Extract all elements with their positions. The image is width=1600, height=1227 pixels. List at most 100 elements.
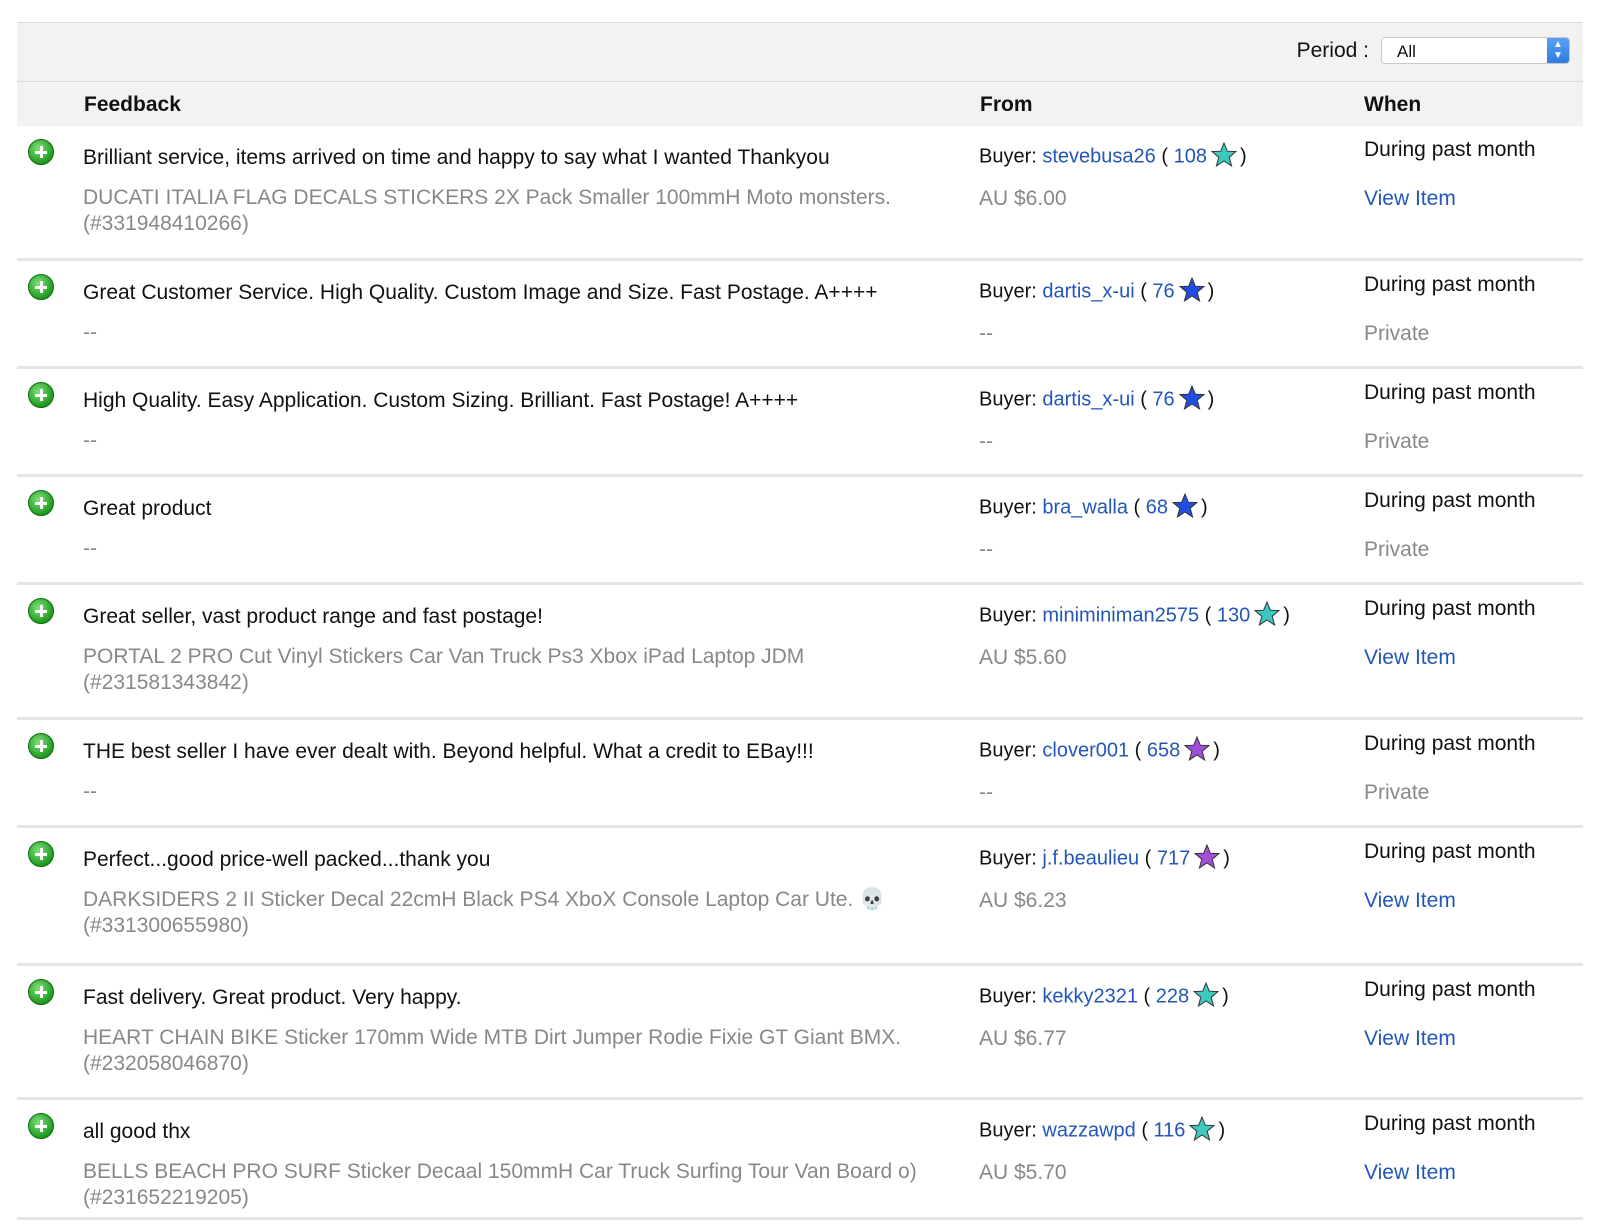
feedback-score-link[interactable]: 717	[1157, 847, 1190, 869]
item-title[interactable]: PORTAL 2 PRO Cut Vinyl Stickers Car Van …	[83, 644, 943, 696]
item-title-line: PORTAL 2 PRO Cut Vinyl Stickers Car Van …	[83, 645, 805, 668]
feedback-when: During past month	[1364, 978, 1536, 1001]
buyer-link[interactable]: clover001	[1042, 739, 1129, 761]
feedback-comment: Brilliant service, items arrived on time…	[83, 146, 830, 169]
item-title-line: --	[83, 537, 97, 560]
buyer-prefix: Buyer:	[979, 739, 1037, 762]
buyer-link[interactable]: bra_walla	[1042, 496, 1128, 518]
item-number: (#231581343842)	[83, 671, 249, 694]
item-title-line: DUCATI ITALIA FLAG DECALS STICKERS 2X Pa…	[83, 186, 891, 209]
item-price: AU $6.23	[979, 889, 1067, 912]
positive-feedback-icon	[28, 139, 54, 165]
feedback-comment: THE best seller I have ever dealt with. …	[83, 740, 814, 763]
item-title-line: HEART CHAIN BIKE Sticker 170mm Wide MTB …	[83, 1026, 902, 1049]
feedback-when: During past month	[1364, 1112, 1536, 1135]
private-label: Private	[1364, 430, 1430, 453]
purple-star-icon[interactable]	[1183, 735, 1211, 762]
blue-star-icon[interactable]	[1171, 492, 1199, 519]
view-item-link[interactable]: View Item	[1364, 1161, 1456, 1185]
column-header-when: When	[1364, 93, 1422, 116]
purple-star-icon[interactable]	[1193, 843, 1221, 870]
item-price: AU $5.60	[979, 646, 1067, 669]
positive-feedback-icon	[28, 1113, 54, 1139]
feedback-when: During past month	[1364, 840, 1536, 863]
buyer-prefix: Buyer:	[979, 847, 1037, 870]
buyer-link[interactable]: miniminiman2575	[1042, 604, 1199, 626]
item-title[interactable]: BELLS BEACH PRO SURF Sticker Decaal 150m…	[83, 1159, 943, 1211]
item-title[interactable]: DUCATI ITALIA FLAG DECALS STICKERS 2X Pa…	[83, 185, 943, 237]
blue-star-icon[interactable]	[1178, 384, 1205, 411]
buyer-info: Buyer: clover001 ( 658)	[979, 735, 1220, 764]
feedback-comment: all good thx	[83, 1120, 191, 1143]
item-title-line: --	[83, 780, 97, 803]
item-number: (#232058046870)	[83, 1052, 249, 1075]
positive-feedback-icon	[28, 598, 54, 624]
feedback-score-link[interactable]: 76	[1152, 280, 1174, 302]
item-title-line: --	[83, 321, 97, 344]
buyer-info: Buyer: dartis_x-ui ( 76)	[979, 276, 1214, 305]
buyer-prefix: Buyer:	[979, 985, 1037, 1008]
item-title-line: BELLS BEACH PRO SURF Sticker Decaal 150m…	[83, 1160, 917, 1183]
blue-star-icon[interactable]	[1178, 276, 1205, 303]
view-item-link[interactable]: View Item	[1364, 187, 1456, 211]
period-select[interactable]: All ▲ ▼	[1381, 37, 1570, 64]
item-title[interactable]: HEART CHAIN BIKE Sticker 170mm Wide MTB …	[83, 1025, 943, 1077]
column-header-feedback: Feedback	[84, 93, 181, 116]
select-arrows-icon[interactable]: ▲ ▼	[1547, 38, 1569, 63]
private-label: Private	[1364, 538, 1430, 561]
feedback-score-link[interactable]: 228	[1156, 985, 1189, 1007]
private-label: Private	[1364, 322, 1430, 345]
buyer-link[interactable]: wazzawpd	[1042, 1119, 1135, 1141]
feedback-row: THE best seller I have ever dealt with. …	[17, 720, 1583, 828]
view-item-link[interactable]: View Item	[1364, 889, 1456, 913]
period-select-value: All	[1397, 42, 1416, 61]
item-number: (#331948410266)	[83, 212, 249, 235]
buyer-info: Buyer: dartis_x-ui ( 76)	[979, 384, 1214, 413]
turquoise-star-icon[interactable]	[1253, 600, 1281, 627]
feedback-score-link[interactable]: 116	[1154, 1119, 1186, 1141]
buyer-link[interactable]: dartis_x-ui	[1042, 280, 1134, 302]
turquoise-star-icon[interactable]	[1189, 1115, 1216, 1142]
buyer-link[interactable]: stevebusa26	[1042, 145, 1155, 167]
buyer-info: Buyer: wazzawpd ( 116)	[979, 1115, 1225, 1144]
item-title[interactable]: DARKSIDERS 2 II Sticker Decal 22cmH Blac…	[83, 887, 943, 939]
feedback-when: During past month	[1364, 273, 1536, 296]
feedback-score-link[interactable]: 130	[1217, 604, 1250, 626]
feedback-score-link[interactable]: 76	[1152, 388, 1174, 410]
item-price: --	[979, 538, 993, 561]
feedback-score-link[interactable]: 658	[1147, 739, 1180, 761]
feedback-row: Great product -- Buyer: bra_walla ( 68) -- D…	[17, 477, 1583, 585]
period-label: Period :	[1296, 39, 1369, 62]
feedback-score-link[interactable]: 68	[1146, 496, 1168, 518]
buyer-link[interactable]: kekky2321	[1042, 985, 1138, 1007]
feedback-score-link[interactable]: 108	[1174, 145, 1207, 167]
buyer-link[interactable]: dartis_x-ui	[1042, 388, 1134, 410]
item-number: (#331300655980)	[83, 914, 249, 937]
buyer-prefix: Buyer:	[979, 388, 1037, 411]
positive-feedback-icon	[28, 979, 54, 1005]
positive-feedback-icon	[28, 490, 54, 516]
view-item-link[interactable]: View Item	[1364, 646, 1456, 670]
feedback-comment: High Quality. Easy Application. Custom S…	[83, 389, 799, 412]
item-title-line: DARKSIDERS 2 II Sticker Decal 22cmH Blac…	[83, 888, 886, 911]
buyer-info: Buyer: miniminiman2575 ( 130)	[979, 600, 1290, 629]
item-price: AU $6.77	[979, 1027, 1067, 1050]
feedback-row: Brilliant service, items arrived on time…	[17, 126, 1583, 261]
feedback-comment: Fast delivery. Great product. Very happy…	[83, 986, 462, 1009]
feedback-list: Brilliant service, items arrived on time…	[17, 126, 1583, 1220]
filter-bar: Period : All ▲ ▼	[17, 22, 1583, 82]
view-item-link[interactable]: View Item	[1364, 1027, 1456, 1051]
buyer-link[interactable]: j.f.beaulieu	[1042, 847, 1139, 869]
item-price: AU $6.00	[979, 187, 1067, 210]
feedback-row: Great Customer Service. High Quality. Cu…	[17, 261, 1583, 369]
item-price: --	[979, 322, 993, 345]
turquoise-star-icon[interactable]	[1210, 141, 1238, 168]
feedback-when: During past month	[1364, 489, 1536, 512]
positive-feedback-icon	[28, 733, 54, 759]
turquoise-star-icon[interactable]	[1192, 981, 1220, 1008]
buyer-prefix: Buyer:	[979, 604, 1037, 627]
buyer-prefix: Buyer:	[979, 496, 1037, 519]
feedback-row: Fast delivery. Great product. Very happy…	[17, 966, 1583, 1100]
feedback-when: During past month	[1364, 381, 1536, 404]
feedback-comment: Great seller, vast product range and fas…	[83, 605, 543, 628]
